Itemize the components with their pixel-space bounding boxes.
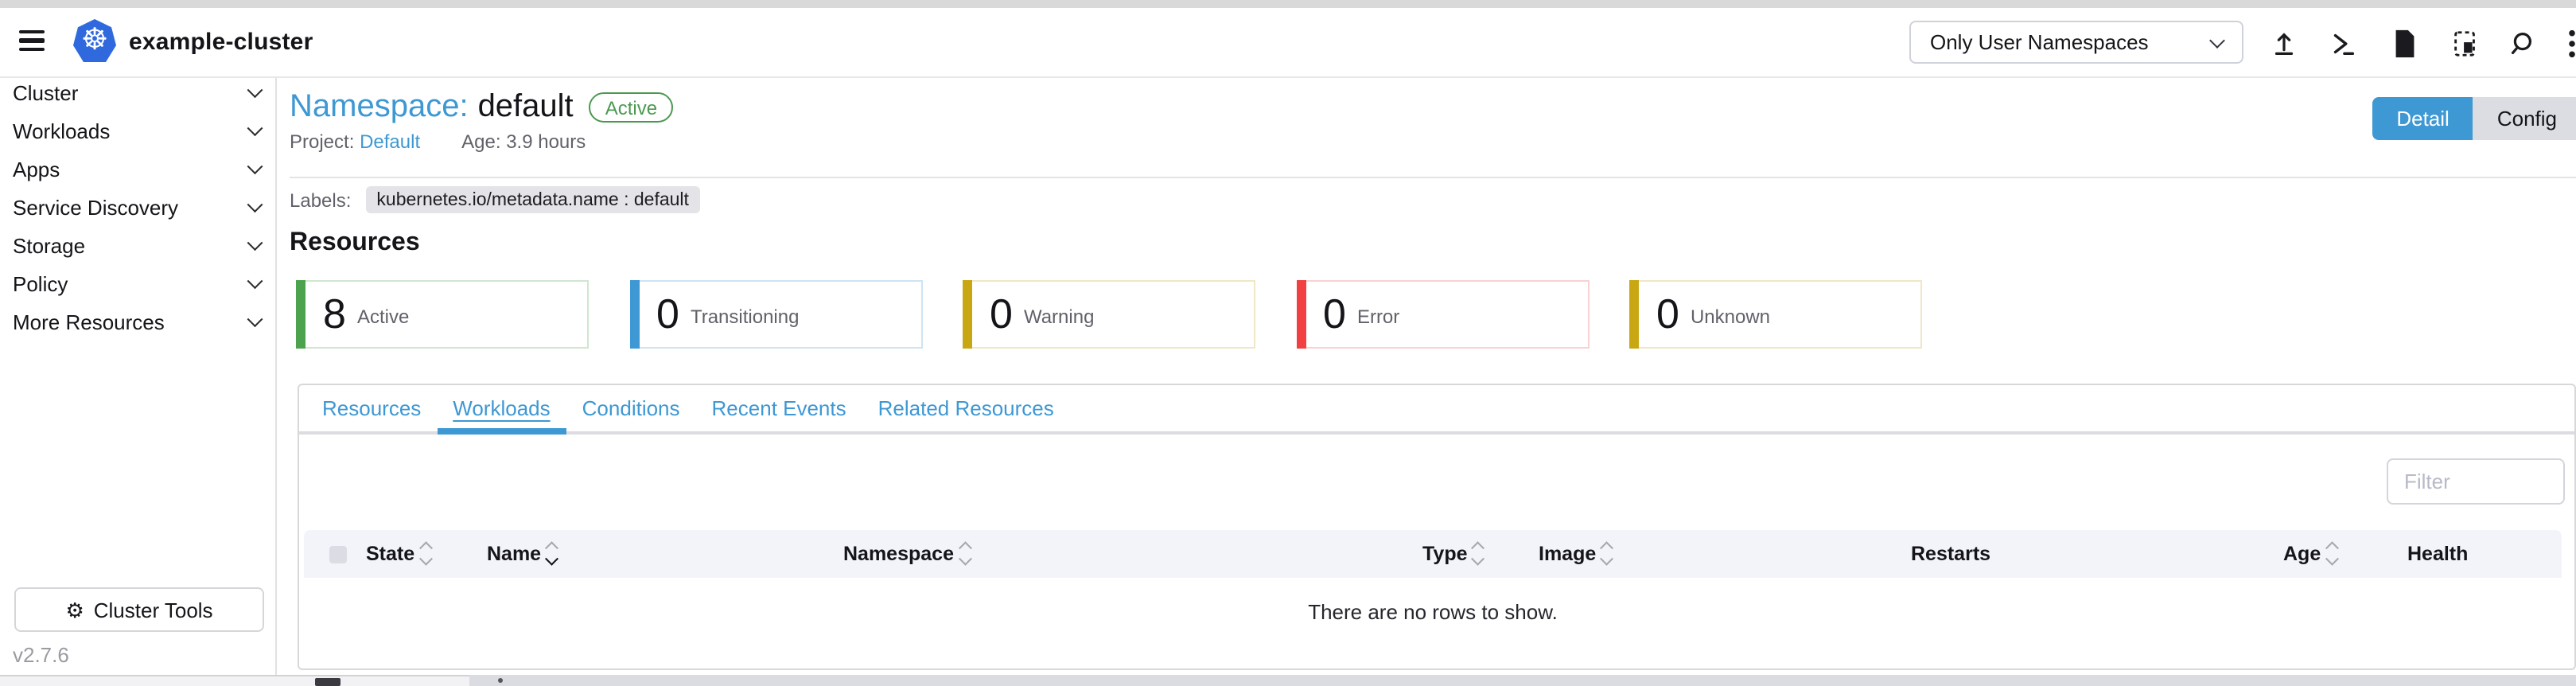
gear-icon: ⚙ [65,599,84,620]
column-type[interactable]: Type [1422,543,1539,565]
chevron-down-icon [247,236,261,250]
bottom-bar-glyph [315,678,340,686]
status-bar [963,280,972,349]
column-namespace[interactable]: Namespace [843,543,1422,565]
resource-type-link[interactable]: Namespace: [290,89,469,126]
sort-icon [421,544,430,562]
chevron-down-icon [247,274,261,288]
status-card-active: 8 Active [296,280,589,349]
sidebar-item-storage[interactable]: Storage [0,226,275,264]
status-bar [1629,280,1639,349]
age-label: Age: [461,131,500,153]
version-label: v2.7.6 [13,643,69,667]
status-card-unknown: 0 Unknown [1629,280,1922,349]
empty-table-message: There are no rows to show. [304,600,2562,624]
sidebar-item-apps[interactable]: Apps [0,150,275,188]
bottom-bar-right [469,675,2576,686]
select-all-cell [304,545,366,563]
app-header: ☸ example-cluster Only User Namespaces [0,8,2576,78]
bottom-bar [0,675,2576,686]
status-card-transitioning: 0 Transitioning [629,280,922,349]
resource-meta: Project: Default Age: 3.9 hours [290,131,586,153]
search-icon[interactable] [2501,24,2539,62]
sidebar-item-policy[interactable]: Policy [0,264,275,302]
chevron-down-icon [247,312,261,326]
resource-name: default [478,89,574,126]
status-card-warning: 0 Warning [963,280,1255,349]
column-state[interactable]: State [366,543,487,565]
namespace-filter-dropdown[interactable]: Only User Namespaces [1909,21,2243,64]
chevron-down-icon [247,121,261,135]
bottom-bar-dot [498,678,503,683]
page-title: Namespace: default Active [290,89,673,126]
copy-kubeconfig-icon[interactable] [2446,24,2484,62]
download-kubeconfig-icon[interactable] [2385,24,2423,62]
project-link[interactable]: Default [360,131,420,153]
sidebar-item-more-resources[interactable]: More Resources [0,302,275,341]
divider [290,177,2576,178]
header-actions [2264,24,2576,62]
main-content: Namespace: default Active Project: Defau… [277,78,2576,675]
sort-icon [547,544,556,562]
column-image[interactable]: Image [1539,543,1911,565]
window-top-strip [0,0,2576,8]
detail-button[interactable]: Detail [2372,97,2473,140]
menu-icon[interactable] [19,30,45,51]
tab-resources[interactable]: Resources [306,385,437,431]
kubernetes-logo-icon: ☸ [73,19,116,62]
status-badge: Active [590,92,673,123]
resources-heading: Resources [290,229,420,258]
cluster-tools-label: Cluster Tools [94,598,213,622]
labels-label: Labels: [290,189,351,211]
status-bar [629,280,639,349]
config-button[interactable]: Config [2473,97,2576,140]
column-name[interactable]: Name [487,543,843,565]
kubernetes-wheel-glyph: ☸ [81,25,108,56]
tab-bar: Resources Workloads Conditions Recent Ev… [298,385,2574,435]
select-all-checkbox[interactable] [329,545,347,563]
import-yaml-icon[interactable] [2264,24,2302,62]
kebab-menu-icon[interactable] [2560,24,2576,62]
tab-related-resources[interactable]: Related Resources [862,385,1070,431]
tab-panel: Resources Workloads Conditions Recent Ev… [297,384,2576,670]
column-restarts[interactable]: Restarts [1911,543,2283,565]
sidebar: Cluster Workloads Apps Service Discovery… [0,78,277,675]
app-window: ☸ example-cluster Only User Namespaces [0,0,2576,686]
status-card-error: 0 Error [1296,280,1589,349]
sort-icon [1474,544,1483,562]
view-toggle: Detail Config [2372,97,2576,140]
sort-icon [1602,544,1611,562]
age-value: 3.9 hours [506,131,586,153]
labels-row: Labels: kubernetes.io/metadata.name : de… [290,186,700,213]
sidebar-item-cluster[interactable]: Cluster [0,73,275,111]
sidebar-item-workloads[interactable]: Workloads [0,111,275,150]
tab-recent-events[interactable]: Recent Events [696,385,862,431]
tab-conditions[interactable]: Conditions [566,385,696,431]
namespace-filter-value: Only User Namespaces [1930,30,2212,54]
sidebar-item-service-discovery[interactable]: Service Discovery [0,188,275,226]
bottom-bar-left [0,675,469,686]
status-bar [296,280,305,349]
label-chip: kubernetes.io/metadata.name : default [365,186,700,213]
sidebar-nav: Cluster Workloads Apps Service Discovery… [0,73,275,341]
chevron-down-icon [247,159,261,173]
column-health[interactable]: Health [2407,543,2562,565]
kubectl-shell-icon[interactable] [2323,24,2361,62]
cluster-tools-button[interactable]: ⚙ Cluster Tools [14,587,264,632]
chevron-down-icon [247,83,261,97]
status-bar [1296,280,1306,349]
table-header: State Name Namespace Type Image [304,530,2562,578]
filter-input[interactable] [2387,458,2565,505]
cluster-name: example-cluster [129,8,313,76]
sort-icon [960,544,969,562]
chevron-down-icon [2209,32,2225,48]
project-label: Project: [290,131,354,153]
column-age[interactable]: Age [2283,543,2407,565]
chevron-down-icon [247,197,261,212]
sort-icon [2327,544,2336,562]
tab-workloads[interactable]: Workloads [437,385,566,431]
